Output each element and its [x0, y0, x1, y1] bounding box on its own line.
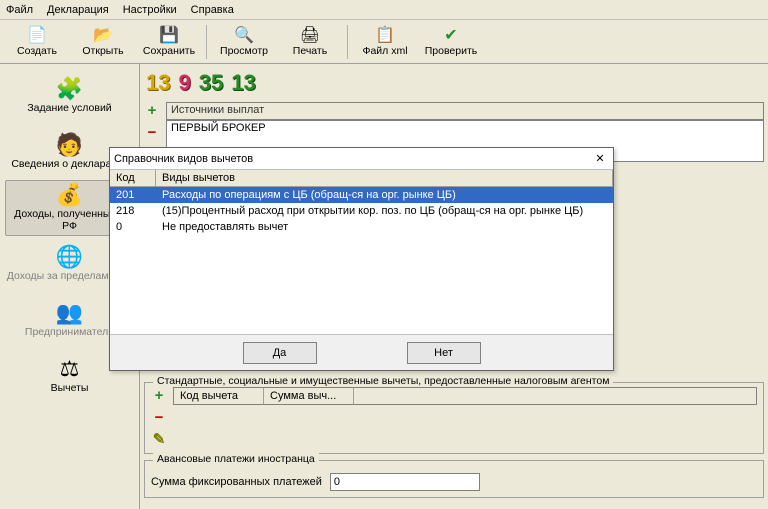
conditions-icon: 🧩: [56, 78, 83, 100]
check-icon: ✔: [442, 26, 460, 44]
remove-payer-button[interactable]: −: [144, 124, 160, 140]
sidebar-item-conditions[interactable]: 🧩Задание условий: [5, 68, 135, 124]
dialog-close-button[interactable]: ✕: [591, 151, 609, 167]
menu-declaration[interactable]: Декларация: [47, 4, 109, 16]
deductions-fieldset: Стандартные, социальные и имущественные …: [144, 382, 764, 454]
rate-13-alt[interactable]: 13: [231, 70, 255, 96]
no-button[interactable]: Нет: [407, 342, 481, 364]
advance-fieldset: Авансовые платежи иностранца Сумма фикси…: [144, 460, 764, 498]
rate-9[interactable]: 9: [178, 70, 190, 96]
toolbar-separator: [206, 25, 207, 59]
print-button[interactable]: 🖨Печать: [277, 22, 343, 62]
toolbar-separator: [347, 25, 348, 59]
add-payer-button[interactable]: +: [144, 102, 160, 118]
business-icon: 👥: [56, 302, 83, 324]
table-row[interactable]: 201 Расходы по операциям с ЦБ (обращ-ся …: [110, 187, 613, 203]
coins-icon: 💰: [56, 184, 83, 206]
preview-icon: 🔍: [235, 26, 253, 44]
payers-header: Источники выплат: [166, 102, 764, 120]
yes-button[interactable]: Да: [243, 342, 317, 364]
menu-settings[interactable]: Настройки: [123, 4, 177, 16]
dialog-table-header: Код Виды вычетов: [110, 170, 613, 187]
advance-legend: Авансовые платежи иностранца: [153, 453, 319, 465]
deductions-legend: Стандартные, социальные и имущественные …: [153, 375, 613, 387]
cell-code: 0: [110, 221, 156, 233]
dialog-titlebar: Справочник видов вычетов ✕: [110, 148, 613, 170]
cell-name: Расходы по операциям с ЦБ (обращ-ся на о…: [156, 189, 613, 201]
file-xml-button[interactable]: 📋Файл xml: [352, 22, 418, 62]
new-doc-icon: 📄: [28, 26, 46, 44]
save-icon: 💾: [160, 26, 178, 44]
menu-help[interactable]: Справка: [191, 4, 234, 16]
close-icon: ✕: [595, 152, 604, 165]
check-button[interactable]: ✔Проверить: [418, 22, 484, 62]
deductions-actions: + − ✎: [151, 387, 167, 447]
table-row[interactable]: 218 (15)Процентный расход при открытии к…: [110, 203, 613, 219]
print-icon: 🖨: [301, 26, 319, 44]
save-button[interactable]: 💾Сохранить: [136, 22, 202, 62]
cell-code: 218: [110, 205, 156, 217]
xml-icon: 📋: [376, 26, 394, 44]
col-deduction-code[interactable]: Код вычета: [174, 388, 264, 404]
dialog-table-body: 201 Расходы по операциям с ЦБ (обращ-ся …: [110, 187, 613, 334]
col-type[interactable]: Виды вычетов: [156, 170, 613, 186]
cell-name: (15)Процентный расход при открытии кор. …: [156, 205, 613, 217]
preview-button[interactable]: 🔍Просмотр: [211, 22, 277, 62]
advance-input[interactable]: [330, 473, 480, 491]
globe-icon: 🌐: [56, 246, 83, 268]
dialog-title: Справочник видов вычетов: [114, 153, 253, 165]
cell-code: 201: [110, 189, 156, 201]
toolbar: 📄Создать 📂Открыть 💾Сохранить 🔍Просмотр 🖨…: [0, 20, 768, 64]
person-icon: 🧑: [56, 134, 83, 156]
add-deduction-button[interactable]: +: [151, 387, 167, 403]
open-button[interactable]: 📂Открыть: [70, 22, 136, 62]
rate-13[interactable]: 13: [146, 70, 170, 96]
rate-tabs: 13 9 35 13: [144, 68, 764, 102]
col-deduction-sum[interactable]: Сумма выч...: [264, 388, 354, 404]
rate-35[interactable]: 35: [199, 70, 223, 96]
menu-file[interactable]: Файл: [6, 4, 33, 16]
create-button[interactable]: 📄Создать: [4, 22, 70, 62]
table-row[interactable]: 0 Не предоставлять вычет: [110, 219, 613, 235]
advance-label: Сумма фиксированных платежей: [151, 476, 322, 488]
dialog-button-bar: Да Нет: [110, 334, 613, 370]
menubar: Файл Декларация Настройки Справка: [0, 0, 768, 20]
cell-name: Не предоставлять вычет: [156, 221, 613, 233]
deduction-reference-dialog: Справочник видов вычетов ✕ Код Виды выче…: [109, 147, 614, 371]
edit-deduction-button[interactable]: ✎: [151, 431, 167, 447]
scales-icon: ⚖: [60, 358, 80, 380]
col-code[interactable]: Код: [110, 170, 156, 186]
deductions-table-header: Код вычета Сумма выч...: [173, 387, 757, 405]
open-icon: 📂: [94, 26, 112, 44]
remove-deduction-button[interactable]: −: [151, 409, 167, 425]
